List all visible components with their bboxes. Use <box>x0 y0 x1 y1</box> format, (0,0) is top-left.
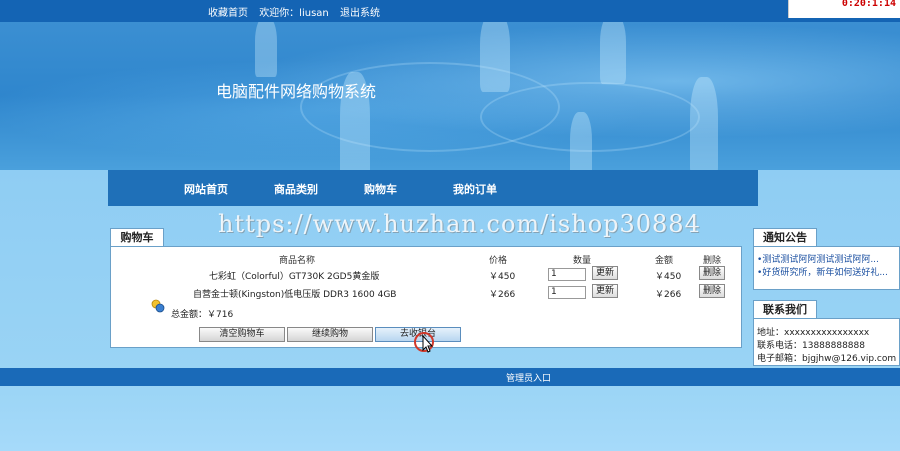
notice-title: 通知公告 <box>753 228 817 246</box>
quantity-input[interactable]: 1 <box>548 286 586 299</box>
coins-icon <box>151 299 165 313</box>
contact-phone: 联系电话：13888888888 <box>757 341 865 351</box>
top-links: 收藏首页 欢迎你：liusan 退出系统 <box>208 4 388 19</box>
contact-panel: 地址：xxxxxxxxxxxxxxxx 联系电话：13888888888 电子邮… <box>753 318 900 366</box>
delete-button[interactable]: 删除 <box>699 284 726 298</box>
silhouette-figure <box>480 22 510 92</box>
silhouette-figure <box>255 22 277 77</box>
delete-button[interactable]: 删除 <box>699 266 726 280</box>
cart-item-price: ￥266 <box>489 290 516 300</box>
cart-item-name[interactable]: 七彩虹（Colorful）GT730K 2GD5黄金版 <box>209 269 379 282</box>
silhouette-figure <box>570 112 592 170</box>
col-name-header: 商品名称 <box>279 256 316 266</box>
silhouette-figure <box>690 77 718 170</box>
cart-item-amount: ￥450 <box>655 272 682 282</box>
col-amount-header: 金额 <box>655 256 674 266</box>
banner: 电脑配件网络购物系统 <box>0 22 900 170</box>
bookmark-home-link[interactable]: 收藏首页 <box>208 8 248 19</box>
clear-cart-button[interactable]: 清空购物车 <box>199 327 285 342</box>
nav-home[interactable]: 网站首页 <box>184 181 228 197</box>
cart-item-amount: ￥266 <box>655 290 682 300</box>
col-qty-header: 数量 <box>573 256 592 266</box>
notice-item[interactable]: •好货研究所，新年如何送好礼... <box>757 265 897 278</box>
footer-bar: 管理员入口 <box>0 368 900 386</box>
site-title: 电脑配件网络购物系统 <box>216 82 377 101</box>
update-button[interactable]: 更新 <box>592 266 619 280</box>
nav-cart[interactable]: 购物车 <box>364 181 397 197</box>
cursor-icon <box>414 332 434 353</box>
quantity-input[interactable]: 1 <box>548 268 586 281</box>
admin-entry-link[interactable]: 管理员入口 <box>506 371 551 384</box>
cart-item-name[interactable]: 自营金士顿(Kingston)低电压版 DDR3 1600 4GB <box>193 287 396 300</box>
notice-item[interactable]: •测试测试阿阿测试测试阿阿... <box>757 252 897 265</box>
top-bar: 收藏首页 欢迎你：liusan 退出系统 <box>0 0 900 22</box>
contact-email: 电子邮箱：bjgjhw@126.vip.com <box>757 354 897 364</box>
contact-title: 联系我们 <box>753 300 817 318</box>
main-nav: 网站首页 商品类别 购物车 我的订单 <box>108 170 758 206</box>
welcome-text: 欢迎你：liusan <box>259 8 329 19</box>
cart-total: 总金额：￥716 <box>171 310 234 320</box>
col-delete-header: 删除 <box>703 256 722 266</box>
contact-address: 地址：xxxxxxxxxxxxxxxx <box>757 328 870 338</box>
cart-title: 购物车 <box>110 228 164 246</box>
clock-display: 0:20:1:14 <box>788 0 900 18</box>
logout-link[interactable]: 退出系统 <box>340 8 380 19</box>
watermark-text: https://www.huzhan.com/ishop30884 <box>218 210 701 238</box>
notice-item-text[interactable]: 测试测试阿阿测试测试阿阿... <box>762 255 879 265</box>
update-button[interactable]: 更新 <box>592 284 619 298</box>
continue-shopping-button[interactable]: 继续购物 <box>287 327 373 342</box>
nav-categories[interactable]: 商品类别 <box>274 181 318 197</box>
nav-my-orders[interactable]: 我的订单 <box>453 181 497 197</box>
silhouette-figure <box>600 22 626 84</box>
cart-item-price: ￥450 <box>489 272 516 282</box>
notice-panel: •测试测试阿阿测试测试阿阿... •好货研究所，新年如何送好礼... <box>753 246 900 290</box>
notice-item-text[interactable]: 好货研究所，新年如何送好礼... <box>762 268 888 278</box>
col-price-header: 价格 <box>489 256 508 266</box>
